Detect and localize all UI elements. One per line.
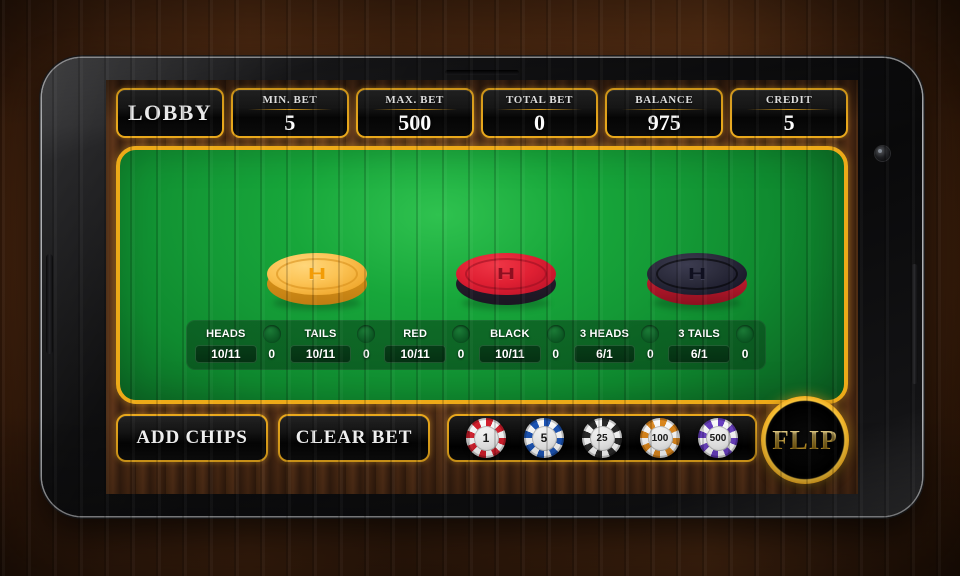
volume-button[interactable]: [46, 254, 53, 354]
bet-option-3-heads[interactable]: 3 HEADS 6/1 0: [571, 324, 666, 366]
flip-button-label: FLIP: [772, 424, 838, 455]
clear-bet-button-label: CLEAR BET: [295, 427, 413, 448]
earpiece-speaker: [445, 70, 519, 75]
black-coin-letter: H: [687, 265, 707, 283]
chip-500[interactable]: 500: [698, 418, 738, 458]
red-coin-face: H: [456, 253, 556, 295]
bet-option-heads[interactable]: HEADS 10/11 0: [192, 324, 287, 366]
power-button[interactable]: [911, 264, 918, 384]
black-coin-face: H: [647, 253, 747, 295]
balance-label: BALANCE: [635, 93, 694, 106]
game-table-felt: H H H HEADS 10/11 0 TAILS 10/11 0 RED 10…: [116, 146, 848, 404]
bet-option-3-heads-label: 3 HEADS: [579, 328, 630, 340]
credit-label: CREDIT: [765, 93, 813, 106]
bet-option-tails-odds: 10/11: [289, 345, 352, 363]
scene-background: LOBBY MIN. BET 5 MAX. BET 500 TOTAL BET …: [0, 0, 960, 576]
flip-button[interactable]: FLIP: [761, 396, 849, 484]
bet-option-red-chip-spot[interactable]: [452, 325, 471, 343]
bet-option-heads-stake: 0: [268, 347, 276, 361]
heads-coin: H: [267, 253, 367, 310]
chip-25-value: 25: [589, 425, 615, 451]
bet-option-red-label: RED: [403, 328, 428, 340]
heads-coin-letter: H: [307, 265, 327, 283]
red-coin-letter: H: [496, 265, 516, 283]
credit-value: 5: [783, 109, 795, 135]
credit-display: CREDIT 5: [730, 88, 848, 138]
total-bet-display: TOTAL BET 0: [480, 88, 599, 138]
front-camera: [875, 146, 890, 161]
total-bet-label: TOTAL BET: [505, 93, 574, 106]
phone-device: LOBBY MIN. BET 5 MAX. BET 500 TOTAL BET …: [42, 58, 922, 516]
bet-option-heads-label: HEADS: [206, 328, 246, 340]
bet-option-black-chip-spot[interactable]: [546, 325, 565, 343]
bet-option-black-stake: 0: [552, 347, 560, 361]
bet-option-3-tails[interactable]: 3 TAILS 6/1 0: [665, 324, 760, 366]
chip-5-value: 5: [531, 425, 557, 451]
bet-option-black-odds: 10/11: [479, 345, 541, 363]
bet-option-3-heads-stake: 0: [647, 347, 654, 361]
top-status-bar: LOBBY MIN. BET 5 MAX. BET 500 TOTAL BET …: [116, 88, 848, 138]
bet-option-heads-odds: 10/11: [195, 345, 257, 363]
min-bet-value: 5: [284, 109, 296, 135]
total-bet-value: 0: [533, 109, 545, 135]
clear-bet-button[interactable]: CLEAR BET: [278, 414, 430, 462]
add-chips-button-label: ADD CHIPS: [136, 427, 248, 448]
bet-option-3-heads-chip-spot[interactable]: [641, 325, 660, 343]
bet-option-heads-chip-spot[interactable]: [262, 325, 281, 343]
bet-option-black-label: BLACK: [490, 328, 530, 340]
balance-value: 975: [647, 109, 681, 135]
max-bet-display: MAX. BET 500: [355, 88, 474, 138]
bet-option-tails-chip-spot[interactable]: [357, 325, 376, 343]
balance-display: BALANCE 975: [605, 88, 724, 138]
bet-option-black[interactable]: BLACK 10/11 0: [476, 324, 571, 366]
lobby-button-label: LOBBY: [127, 100, 213, 125]
bet-option-tails[interactable]: TAILS 10/11 0: [287, 324, 382, 366]
bet-option-3-tails-odds: 6/1: [668, 345, 731, 363]
bet-option-red-stake: 0: [457, 347, 465, 361]
bet-option-3-tails-stake: 0: [741, 347, 749, 361]
bet-option-3-tails-label: 3 TAILS: [678, 328, 720, 340]
bet-option-tails-label: TAILS: [304, 328, 337, 340]
bet-option-3-tails-chip-spot[interactable]: [736, 325, 755, 343]
chip-1-value: 1: [473, 425, 499, 451]
bet-option-3-heads-odds: 6/1: [573, 345, 636, 363]
chip-500-value: 500: [705, 425, 731, 451]
bet-option-red-odds: 10/11: [384, 345, 447, 363]
max-bet-label: MAX. BET: [385, 93, 444, 106]
bet-option-red[interactable]: RED 10/11 0: [381, 324, 476, 366]
bet-option-tails-stake: 0: [363, 347, 370, 361]
game-screen: LOBBY MIN. BET 5 MAX. BET 500 TOTAL BET …: [106, 80, 858, 494]
min-bet-display: MIN. BET 5: [231, 88, 349, 138]
chip-tray: 1 5 25 100 500: [447, 414, 757, 462]
red-coin: H: [456, 253, 556, 310]
heads-coin-face: H: [267, 253, 367, 295]
chip-100[interactable]: 100: [640, 418, 680, 458]
add-chips-button[interactable]: ADD CHIPS: [116, 414, 268, 462]
min-bet-label: MIN. BET: [262, 93, 318, 106]
chip-25[interactable]: 25: [582, 418, 622, 458]
max-bet-value: 500: [398, 109, 432, 135]
bet-options-table: HEADS 10/11 0 TAILS 10/11 0 RED 10/11 0 …: [186, 320, 766, 370]
chip-1[interactable]: 1: [466, 418, 506, 458]
chip-100-value: 100: [647, 425, 673, 451]
chip-5[interactable]: 5: [524, 418, 564, 458]
lobby-button[interactable]: LOBBY: [116, 88, 224, 138]
black-coin: H: [647, 253, 747, 310]
